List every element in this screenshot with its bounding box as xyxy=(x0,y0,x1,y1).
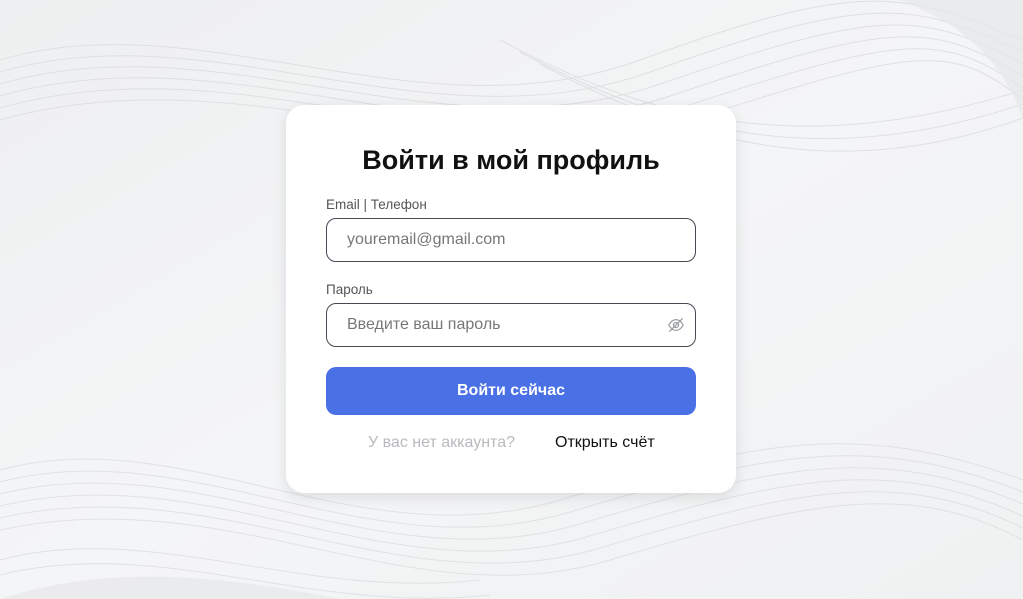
no-account-text: У вас нет аккаунта? xyxy=(368,434,515,451)
login-card: Войти в мой профиль Email | Телефон Паро… xyxy=(286,105,736,493)
email-input[interactable] xyxy=(347,219,657,261)
open-account-link[interactable]: Открыть счёт xyxy=(555,434,655,452)
password-field-box xyxy=(326,303,696,347)
password-label: Пароль xyxy=(326,282,373,297)
eye-off-icon[interactable] xyxy=(667,316,685,334)
page-title: Войти в мой профиль xyxy=(362,145,660,175)
email-field-box xyxy=(326,218,696,262)
login-button[interactable]: Войти сейчас xyxy=(326,367,696,415)
password-input[interactable] xyxy=(347,304,657,346)
email-label: Email | Телефон xyxy=(326,197,427,212)
